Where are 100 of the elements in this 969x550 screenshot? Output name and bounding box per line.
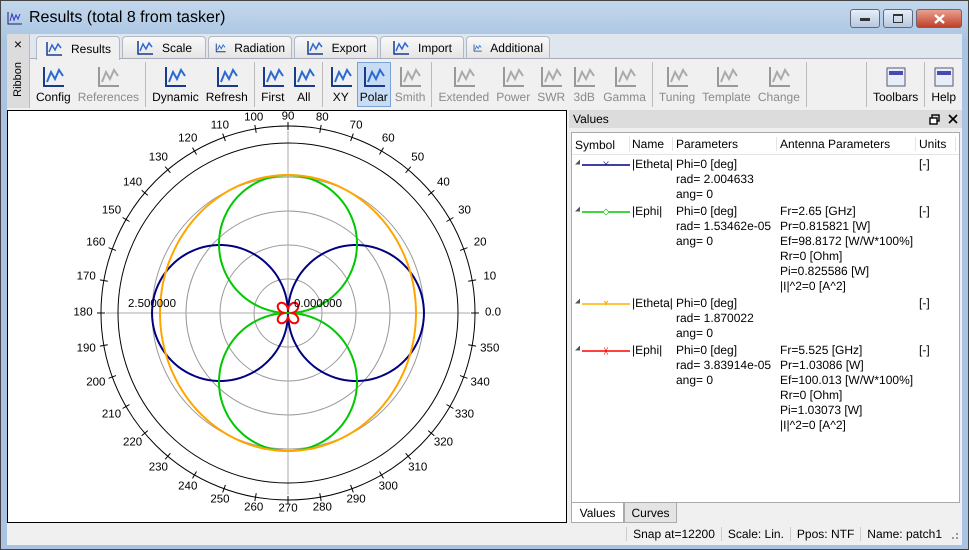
angle-label: 110 bbox=[210, 119, 230, 132]
toolbar-button[interactable]: Config bbox=[33, 62, 74, 107]
angle-label: 320 bbox=[434, 436, 454, 450]
series-name: |Etheta| bbox=[631, 296, 673, 312]
ribbon-tab[interactable]: Additional bbox=[466, 36, 550, 58]
close-icon[interactable] bbox=[948, 114, 958, 124]
column-header[interactable]: Symbol bbox=[572, 136, 630, 152]
toolbar-button[interactable]: Polar bbox=[356, 62, 391, 107]
antenna-parameter-text: Pr=0.815821 [W] bbox=[780, 219, 872, 234]
toolbar-button[interactable]: All bbox=[288, 62, 319, 107]
maximize-icon bbox=[893, 14, 903, 23]
expand-icon[interactable] bbox=[575, 159, 580, 165]
close-ribbon-button[interactable]: × bbox=[14, 36, 22, 52]
angle-label: 160 bbox=[86, 236, 106, 250]
series-name: |Ephi| bbox=[631, 204, 664, 220]
units-text: [-] bbox=[918, 343, 931, 359]
ribbon-tab[interactable]: Results bbox=[36, 36, 120, 60]
status-field: Scale: Lin. bbox=[720, 527, 790, 541]
angle-label: 300 bbox=[378, 480, 398, 494]
chart-icon bbox=[362, 65, 386, 89]
expand-icon[interactable] bbox=[575, 298, 580, 304]
toolbar-button[interactable]: XY bbox=[326, 62, 356, 107]
units-text: [-] bbox=[918, 296, 931, 312]
chart-icon bbox=[328, 65, 353, 89]
angle-label: 220 bbox=[122, 436, 142, 450]
ribbon-tab[interactable]: Import bbox=[380, 36, 464, 58]
angle-label: 130 bbox=[148, 152, 168, 165]
ribbon-tab[interactable]: Scale bbox=[122, 36, 206, 58]
chart-icon bbox=[572, 65, 596, 89]
toolbar-button[interactable]: Refresh bbox=[202, 62, 251, 107]
parameter-text: rad= 2.004633 bbox=[676, 172, 755, 187]
status-field: Snap at=12200 bbox=[626, 527, 721, 541]
window-icon bbox=[884, 65, 908, 89]
toolbar-button[interactable]: Help bbox=[928, 62, 959, 107]
angle-label: 0.0 bbox=[485, 306, 501, 320]
column-header[interactable]: Units bbox=[916, 136, 956, 150]
ribbon-tab[interactable]: Export bbox=[294, 36, 378, 58]
angle-label: 30 bbox=[458, 204, 471, 218]
angle-label: 280 bbox=[312, 501, 332, 514]
close-button[interactable] bbox=[916, 9, 962, 28]
panel-tab[interactable]: Values bbox=[571, 503, 624, 523]
angle-label: 90 bbox=[282, 111, 294, 124]
ribbon-label: Ribbon bbox=[12, 62, 24, 97]
angle-label: 140 bbox=[122, 176, 142, 190]
angle-label: 10 bbox=[483, 270, 496, 284]
panel-tab[interactable]: Curves bbox=[624, 503, 677, 523]
angle-label: 260 bbox=[244, 501, 264, 514]
parameter-text: ang= 0 bbox=[676, 326, 714, 341]
maximize-button[interactable] bbox=[883, 9, 913, 28]
ribbon-tab[interactable]: Radiation bbox=[208, 36, 292, 58]
chart-icon bbox=[260, 65, 285, 89]
chart-icon bbox=[398, 65, 422, 89]
angle-label: 310 bbox=[408, 461, 428, 474]
angle-label: 20 bbox=[474, 236, 487, 250]
expand-icon[interactable] bbox=[575, 206, 580, 212]
chart-icon bbox=[539, 65, 564, 89]
column-header[interactable]: Name bbox=[630, 136, 673, 150]
antenna-parameter-text: Pi=1.03073 [W] bbox=[780, 403, 864, 418]
expand-icon[interactable] bbox=[575, 345, 580, 351]
angle-label: 50 bbox=[411, 152, 424, 165]
restore-icon[interactable] bbox=[929, 114, 940, 124]
window-title: Results (total 8 from tasker) bbox=[29, 8, 226, 26]
column-header[interactable]: Antenna Parameters bbox=[777, 136, 916, 150]
minimize-icon bbox=[860, 16, 870, 20]
panel-title: Values bbox=[573, 112, 609, 126]
minimize-button[interactable] bbox=[850, 9, 880, 28]
angle-label: 270 bbox=[278, 502, 298, 516]
toolbar-button[interactable]: Toolbars bbox=[870, 62, 922, 107]
angle-label: 40 bbox=[437, 176, 450, 190]
chart-icon bbox=[7, 10, 23, 24]
units-text: [-] bbox=[918, 157, 931, 173]
chart-icon bbox=[665, 65, 690, 89]
parameter-text: ang= 0 bbox=[676, 234, 714, 249]
antenna-parameter-text: Fr=2.65 [GHz] bbox=[780, 204, 857, 219]
chart-icon bbox=[392, 40, 410, 56]
parameter-text: Phi=0 [deg] bbox=[676, 343, 738, 358]
toolbar-button[interactable]: Dynamic bbox=[149, 62, 202, 107]
angle-label: 190 bbox=[76, 342, 96, 356]
parameter-text: Phi=0 [deg] bbox=[676, 296, 738, 311]
angle-label: 120 bbox=[178, 132, 198, 146]
parameter-text: Phi=0 [deg] bbox=[676, 157, 738, 172]
chart-icon bbox=[766, 65, 791, 89]
toolbar-button[interactable]: First bbox=[258, 62, 288, 107]
parameter-text: rad= 1.870022 bbox=[676, 311, 755, 326]
column-header[interactable]: Parameters bbox=[673, 136, 777, 150]
chart-icon bbox=[612, 65, 637, 89]
series-name: |Etheta| bbox=[631, 157, 673, 173]
chart-icon bbox=[501, 65, 526, 89]
angle-label: 330 bbox=[454, 408, 474, 422]
chart-icon bbox=[452, 65, 476, 89]
status-field: Ppos: NTF bbox=[790, 527, 860, 541]
angle-label: 180 bbox=[73, 306, 93, 320]
angle-label: 350 bbox=[480, 342, 500, 356]
angle-label: 60 bbox=[382, 132, 395, 146]
chart-icon bbox=[96, 65, 120, 89]
antenna-parameter-text: Fr=5.525 [GHz] bbox=[780, 343, 864, 358]
angle-label: 170 bbox=[76, 270, 96, 284]
chart-icon bbox=[292, 65, 316, 89]
parameter-text: ang= 0 bbox=[676, 187, 714, 202]
antenna-parameter-text: Pi=0.825586 [W] bbox=[780, 264, 870, 279]
